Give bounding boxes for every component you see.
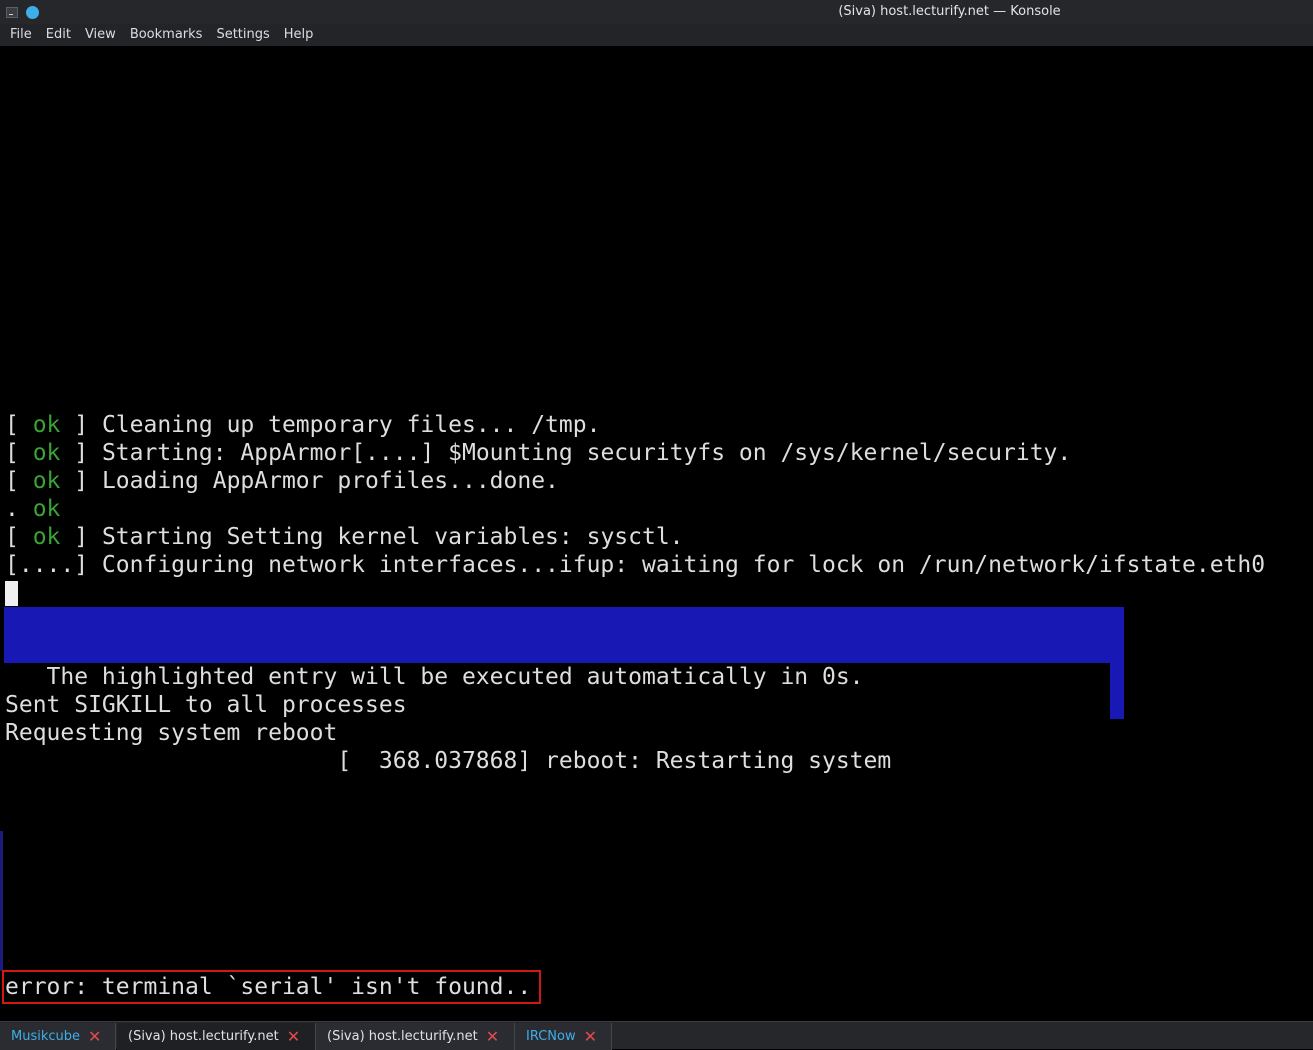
boot-log-line: [ ok ] Starting Setting kernel variables… — [5, 524, 684, 550]
tab-siva-host-1[interactable]: (Siva) host.lecturify.net ✕ — [117, 1023, 316, 1050]
close-icon[interactable]: ✕ — [486, 1028, 499, 1045]
menu-file[interactable]: File — [3, 24, 39, 46]
reboot-request-line: Requesting system reboot — [5, 720, 338, 746]
tab-label: IRCNow — [526, 1029, 576, 1044]
menu-view[interactable]: View — [78, 24, 123, 46]
terminal-output[interactable]: [ ok ] Cleaning up temporary files... /t… — [0, 46, 1313, 1021]
boot-log-line: [....] Configuring network interfaces...… — [5, 552, 1266, 578]
ok-status: ok — [32, 524, 61, 550]
menu-help[interactable]: Help — [277, 24, 321, 46]
tab-ircnow[interactable]: IRCNow ✕ — [515, 1023, 612, 1050]
ok-status: ok — [32, 412, 61, 438]
menu-bar: File Edit View Bookmarks Settings Help — [0, 24, 1313, 46]
tab-bar: Musikcube ✕ (Siva) host.lecturify.net ✕ … — [0, 1021, 1313, 1050]
tab-label: (Siva) host.lecturify.net — [128, 1029, 279, 1044]
console-edge — [0, 831, 3, 971]
ok-status: ok — [32, 468, 61, 494]
boot-log-line: [ ok ] Cleaning up temporary files... /t… — [5, 412, 601, 438]
tab-label: (Siva) host.lecturify.net — [327, 1029, 478, 1044]
grub-border — [1110, 663, 1124, 719]
error-highlight-box: error: terminal `serial' isn't found.. — [2, 970, 541, 1004]
error-message: error: terminal `serial' isn't found.. — [5, 974, 532, 1000]
close-icon[interactable]: ✕ — [584, 1028, 597, 1045]
boot-log-line: . ok — [5, 496, 61, 522]
tab-label: Musikcube — [11, 1029, 81, 1044]
tab-musikcube[interactable]: Musikcube ✕ — [0, 1023, 116, 1050]
grub-highlight-bar — [4, 607, 1124, 663]
menu-edit[interactable]: Edit — [39, 24, 78, 46]
ok-status: ok — [32, 440, 61, 466]
boot-log-line: [ ok ] Starting: AppArmor[....] $Mountin… — [5, 440, 1072, 466]
ok-status: ok — [32, 496, 61, 522]
menu-settings[interactable]: Settings — [209, 24, 276, 46]
close-icon[interactable]: ✕ — [88, 1028, 101, 1045]
reboot-log-line: [ 368.037868] reboot: Restarting system — [5, 748, 892, 774]
close-icon[interactable]: ✕ — [287, 1028, 300, 1045]
menu-bookmarks[interactable]: Bookmarks — [123, 24, 210, 46]
window-title: (Siva) host.lecturify.net — Konsole — [838, 4, 1061, 19]
terminal-cursor — [5, 581, 18, 606]
grub-message: The highlighted entry will be executed a… — [5, 664, 864, 690]
boot-log-line: [ ok ] Loading AppArmor profiles...done. — [5, 468, 559, 494]
sigkill-line: Sent SIGKILL to all processes — [5, 692, 407, 718]
title-bar: (Siva) host.lecturify.net — Konsole — [0, 0, 1313, 24]
tab-siva-host-2[interactable]: (Siva) host.lecturify.net ✕ — [316, 1023, 515, 1050]
